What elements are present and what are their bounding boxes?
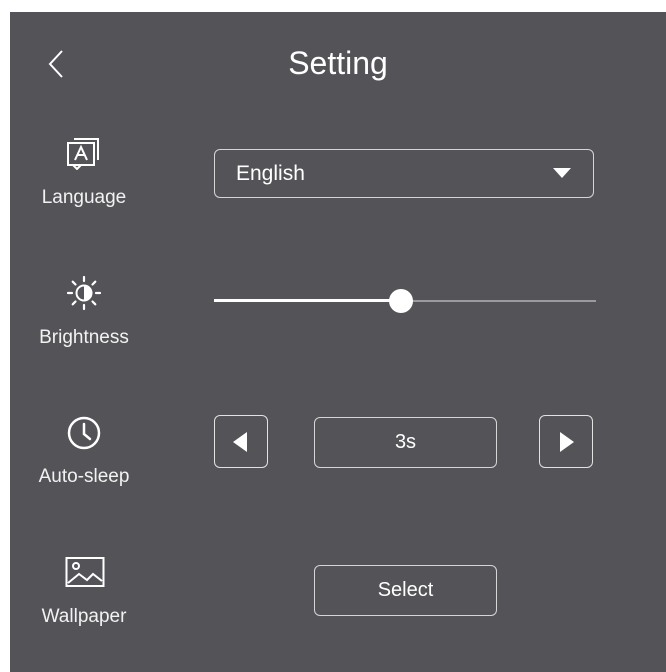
slider-fill [214,299,402,302]
select-wallpaper-button[interactable]: Select [314,565,497,616]
auto-sleep-value: 3s [314,417,497,468]
slider-thumb[interactable] [389,289,414,313]
auto-sleep-label: Auto-sleep [38,466,130,487]
wallpaper-label: Wallpaper [41,606,127,627]
settings-panel: Setting Language English Brightness Auto… [10,12,666,672]
caret-down-icon [553,168,571,178]
language-value: English [236,162,305,185]
arrow-right-icon [560,432,574,452]
page-title: Setting [288,45,388,81]
language-label: Language [41,187,127,208]
increase-button[interactable] [539,415,593,468]
brightness-slider[interactable] [214,289,596,313]
arrow-left-icon [233,432,247,452]
language-select[interactable]: English [214,149,594,198]
decrease-button[interactable] [214,415,268,468]
language-icon [67,136,101,171]
clock-icon [67,416,101,450]
image-icon [65,556,105,590]
brightness-icon [66,275,102,311]
brightness-label: Brightness [39,327,129,348]
